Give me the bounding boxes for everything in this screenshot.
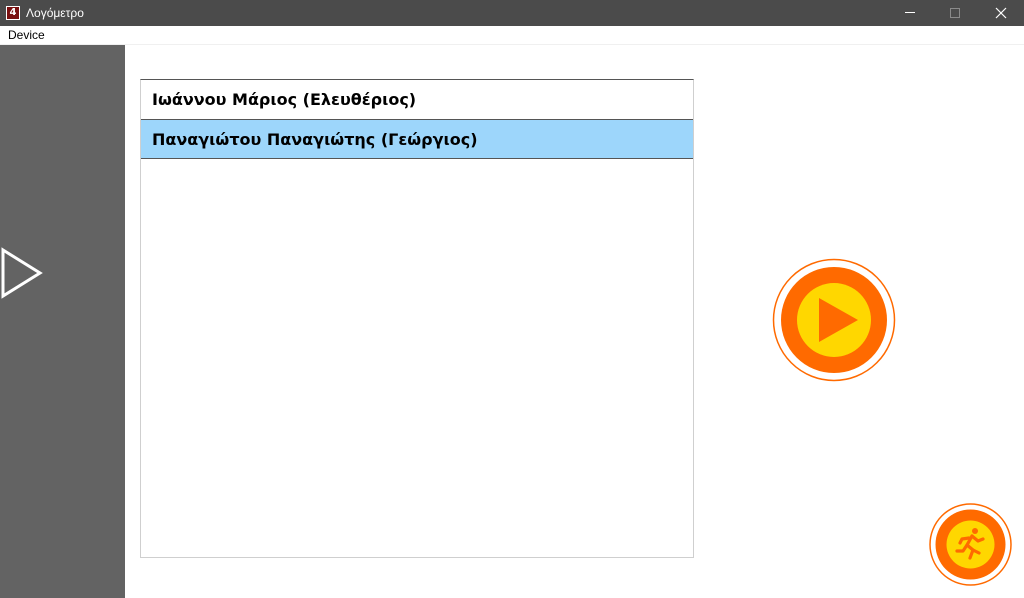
maximize-button[interactable] [933,0,979,26]
app-icon: 4 [6,6,20,20]
close-button[interactable] [978,0,1024,26]
menu-device[interactable]: Device [8,28,45,43]
play-icon [772,258,896,382]
minimize-icon [905,12,915,13]
person-list[interactable]: Ιωάννου Μάριος (Ελευθέριος) Παναγιώτου Π… [140,79,694,558]
running-man-icon [929,503,1012,586]
list-item-label: Ιωάννου Μάριος (Ελευθέριος) [152,90,417,109]
close-icon [995,7,1007,19]
minimize-button[interactable] [887,0,933,26]
list-item-selected[interactable]: Παναγιώτου Παναγιώτης (Γεώργιος) [141,119,693,159]
app-icon-glyph: 4 [7,7,19,19]
list-item-label: Παναγιώτου Παναγιώτης (Γεώργιος) [152,130,478,149]
window-title: Λογόμετρο [26,6,84,20]
list-item[interactable]: Ιωάννου Μάριος (Ελευθέριος) [141,80,693,120]
menu-bar: Device [0,26,1024,45]
left-panel [0,45,125,598]
title-bar: 4 Λογόμετρο [0,0,1024,26]
start-button[interactable] [772,258,896,382]
maximize-icon [950,8,960,18]
exit-button[interactable] [929,503,1012,586]
play-outline-icon[interactable] [0,247,46,299]
